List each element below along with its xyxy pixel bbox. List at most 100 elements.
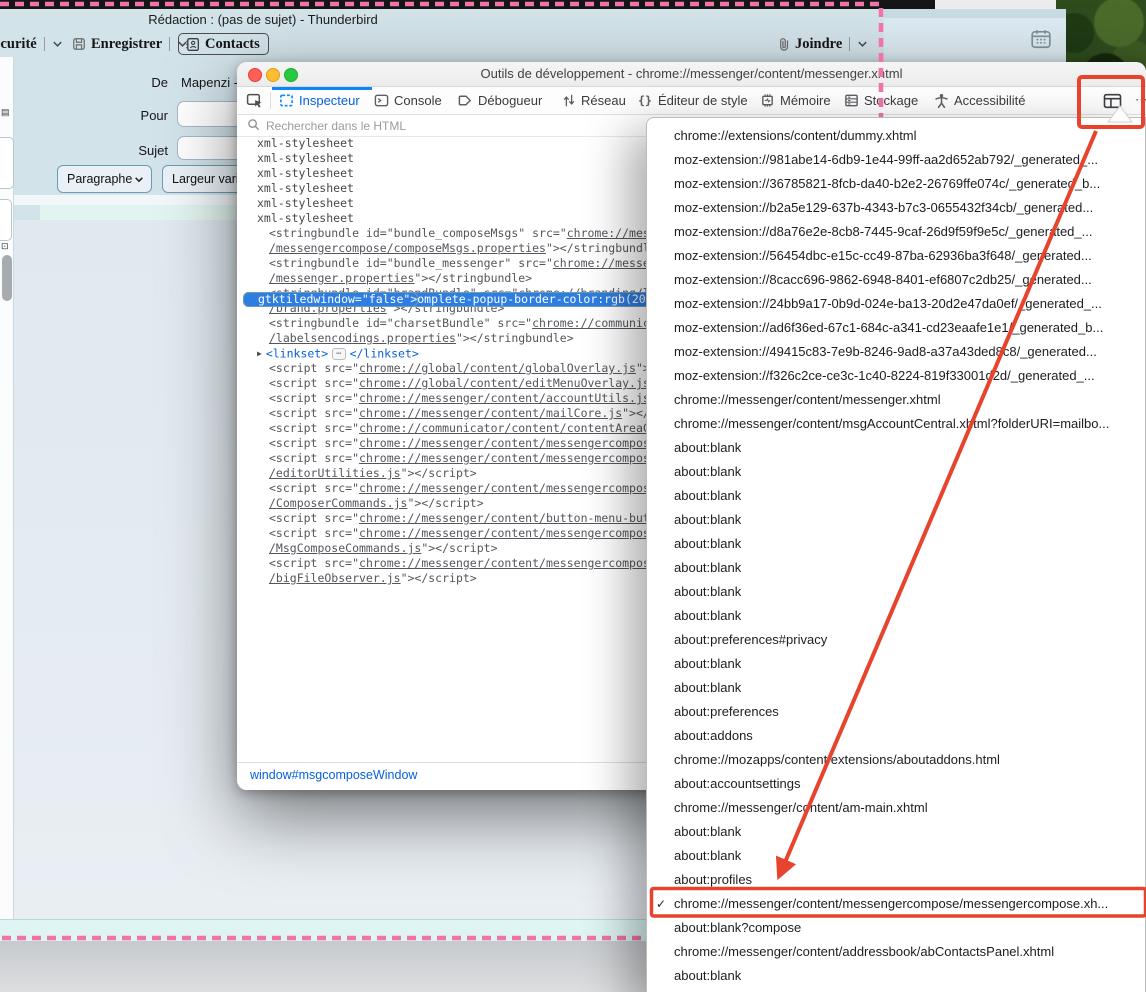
frame-menu-item[interactable]: about:accountsettings bbox=[647, 772, 1145, 796]
frame-menu-item[interactable]: moz-extension://8cacc696-9862-6948-8401-… bbox=[647, 268, 1145, 292]
frame-menu-item[interactable]: chrome://extensions/content/dummy.xhtml bbox=[647, 124, 1145, 148]
frame-menu-item[interactable]: moz-extension://56454dbc-e15c-cc49-87ba-… bbox=[647, 244, 1145, 268]
accessibility-icon bbox=[934, 93, 949, 108]
frame-menu-item-label: chrome://messenger/content/messenger.xht… bbox=[674, 392, 941, 407]
tab-inspecteur[interactable]: Inspecteur bbox=[279, 87, 360, 114]
frame-menu-item[interactable]: moz-extension://49415c83-7e9b-8246-9ad8-… bbox=[647, 340, 1145, 364]
frame-menu-item[interactable]: about:blank?compose bbox=[647, 916, 1145, 940]
tab-d-bogueur[interactable]: Débogueur bbox=[458, 87, 542, 114]
frame-menu-item[interactable]: moz-extension://f326c2ce-ce3c-1c40-8224-… bbox=[647, 364, 1145, 388]
frame-menu-item[interactable]: about:blank bbox=[647, 532, 1145, 556]
from-value[interactable]: Mapenzi - bbox=[181, 75, 238, 90]
markup-line[interactable]: gtktiledwindow="false"> bbox=[243, 292, 418, 307]
frame-menu-item-label: about:blank bbox=[674, 584, 741, 599]
tab-accessibilit-[interactable]: Accessibilité bbox=[934, 87, 1026, 114]
chevron-down-icon[interactable] bbox=[52, 40, 63, 48]
search-input[interactable] bbox=[264, 115, 648, 136]
paperclip-icon bbox=[778, 37, 790, 52]
frame-menu-item[interactable]: about:blank bbox=[647, 484, 1145, 508]
frame-menu-item[interactable]: about:preferences#privacy bbox=[647, 628, 1145, 652]
tab-label: Stockage bbox=[864, 93, 918, 108]
gutter-widget[interactable] bbox=[0, 137, 14, 189]
divider bbox=[44, 37, 45, 51]
frame-menu-item[interactable]: about:blank bbox=[647, 580, 1145, 604]
divider bbox=[849, 37, 850, 51]
frame-menu-item-label: chrome://messenger/content/addressbook/a… bbox=[674, 944, 1054, 959]
chevron-down-icon bbox=[134, 172, 151, 186]
menubar-strip bbox=[0, 0, 937, 9]
frame-menu-item[interactable]: chrome://messenger/content/messenger.xht… bbox=[647, 388, 1145, 412]
tab-label: Mémoire bbox=[780, 93, 831, 108]
frame-menu-item[interactable]: ✓chrome://messenger/content/messengercom… bbox=[647, 892, 1145, 916]
frame-menu-item-label: moz-extension://b2a5e129-637b-4343-b7c3-… bbox=[674, 200, 1093, 215]
frame-menu-popup: chrome://extensions/content/dummy.xhtmlm… bbox=[646, 117, 1146, 992]
frame-menu-item[interactable]: moz-extension://24bb9a17-0b9d-024e-ba13-… bbox=[647, 292, 1145, 316]
expand-arrow-icon[interactable]: ▶ bbox=[257, 349, 262, 358]
scrollbar-thumb[interactable] bbox=[2, 255, 12, 301]
frame-menu-item-label: moz-extension://56454dbc-e15c-cc49-87ba-… bbox=[674, 248, 1092, 263]
security-button[interactable]: Sécurité bbox=[0, 31, 63, 57]
window-icon[interactable]: ⊡ bbox=[1, 241, 9, 252]
frame-menu-item[interactable]: about:blank bbox=[647, 460, 1145, 484]
attach-button[interactable]: Joindre bbox=[778, 31, 868, 57]
tab-console[interactable]: Console bbox=[374, 87, 442, 114]
frame-menu-item-label: about:blank bbox=[674, 488, 741, 503]
tab-m-moire[interactable]: Mémoire bbox=[760, 87, 831, 114]
frame-menu-item[interactable]: about:blank bbox=[647, 508, 1145, 532]
devtools-menu-icon[interactable]: ⋯ bbox=[1135, 92, 1146, 108]
subject-label: Sujet bbox=[108, 143, 168, 158]
frame-menu-item-label: about:blank bbox=[674, 536, 741, 551]
frame-menu-item-label: moz-extension://24bb9a17-0b9d-024e-ba13-… bbox=[674, 296, 1102, 311]
frame-menu-item-label: about:blank?compose bbox=[674, 920, 801, 935]
frame-menu-item-label: moz-extension://f326c2ce-ce3c-1c40-8224-… bbox=[674, 368, 1095, 383]
paragraph-format-select[interactable]: Paragraphe bbox=[57, 165, 152, 193]
save-button[interactable]: Enregistrer bbox=[72, 31, 188, 57]
frame-menu-item[interactable]: about:addons bbox=[647, 724, 1145, 748]
devtools-titlebar[interactable]: Outils de développement - chrome://messe… bbox=[237, 62, 1146, 87]
devtools-title: Outils de développement - chrome://messe… bbox=[237, 66, 1146, 81]
frame-menu-item[interactable]: chrome://mozapps/content/extensions/abou… bbox=[647, 748, 1145, 772]
frame-menu-item[interactable]: about:blank bbox=[647, 676, 1145, 700]
tab--diteur-de-style[interactable]: {}Éditeur de style bbox=[637, 87, 748, 114]
tab-stockage[interactable]: Stockage bbox=[844, 87, 918, 114]
frame-menu-item-label: moz-extension://49415c83-7e9b-8246-9ad8-… bbox=[674, 344, 1097, 359]
frame-menu-item[interactable]: moz-extension://ad6f36ed-67c1-684c-a341-… bbox=[647, 316, 1145, 340]
background-window-strip bbox=[935, 0, 1066, 9]
frame-menu-item-label: chrome://mozapps/content/extensions/abou… bbox=[674, 752, 1000, 767]
panel-icon[interactable]: ▤ bbox=[1, 107, 10, 118]
frame-menu-item[interactable]: about:blank bbox=[647, 604, 1145, 628]
contacts-label: Contacts bbox=[205, 36, 260, 53]
frame-menu-list: chrome://extensions/content/dummy.xhtmlm… bbox=[647, 124, 1145, 988]
frame-menu-item[interactable]: about:blank bbox=[647, 556, 1145, 580]
frame-menu-item-label: moz-extension://8cacc696-9862-6948-8401-… bbox=[674, 272, 1092, 287]
frame-menu-item[interactable]: moz-extension://b2a5e129-637b-4343-b7c3-… bbox=[647, 196, 1145, 220]
tab-label: Accessibilité bbox=[954, 93, 1026, 108]
frame-menu-item[interactable]: about:blank bbox=[647, 964, 1145, 988]
frame-menu-item[interactable]: about:blank bbox=[647, 436, 1145, 460]
frame-menu-item[interactable]: about:blank bbox=[647, 652, 1145, 676]
to-label: Pour bbox=[108, 108, 168, 123]
frame-menu-item[interactable]: chrome://messenger/content/msgAccountCen… bbox=[647, 412, 1145, 436]
ellipsis-toggle[interactable]: ⋯ bbox=[332, 348, 345, 360]
frame-menu-item-label: about:blank bbox=[674, 560, 741, 575]
chevron-down-icon[interactable] bbox=[857, 40, 868, 48]
frame-menu-item-label: about:blank bbox=[674, 440, 741, 455]
frame-menu-item[interactable]: moz-extension://36785821-8fcb-da40-b2e2-… bbox=[647, 172, 1145, 196]
contacts-button[interactable]: Contacts bbox=[178, 33, 269, 55]
frame-menu-item[interactable]: about:profiles bbox=[647, 868, 1145, 892]
frame-menu-item[interactable]: chrome://messenger/content/addressbook/a… bbox=[647, 940, 1145, 964]
breadcrumb[interactable]: window#msgcomposeWindow bbox=[250, 768, 417, 782]
frame-menu-item[interactable]: about:blank bbox=[647, 844, 1145, 868]
iframe-picker-button[interactable] bbox=[1099, 91, 1125, 111]
compose-titlebar[interactable]: Rédaction : (pas de sujet) - Thunderbird bbox=[0, 9, 884, 31]
gutter-widget[interactable] bbox=[0, 199, 12, 241]
frame-menu-item[interactable]: chrome://messenger/content/am-main.xhtml bbox=[647, 796, 1145, 820]
frame-menu-item[interactable]: moz-extension://d8a76e2e-8cb8-7445-9caf-… bbox=[647, 220, 1145, 244]
frame-menu-item[interactable]: moz-extension://981abe14-6db9-1e44-99ff-… bbox=[647, 148, 1145, 172]
frame-menu-item-label: about:blank bbox=[674, 608, 741, 623]
frame-menu-item[interactable]: about:blank bbox=[647, 820, 1145, 844]
frame-menu-item[interactable]: about:preferences bbox=[647, 700, 1145, 724]
tab-r-seau[interactable]: Réseau bbox=[562, 87, 626, 114]
calendar-icon[interactable] bbox=[1030, 28, 1054, 52]
frame-menu-item-label: about:preferences#privacy bbox=[674, 632, 827, 647]
